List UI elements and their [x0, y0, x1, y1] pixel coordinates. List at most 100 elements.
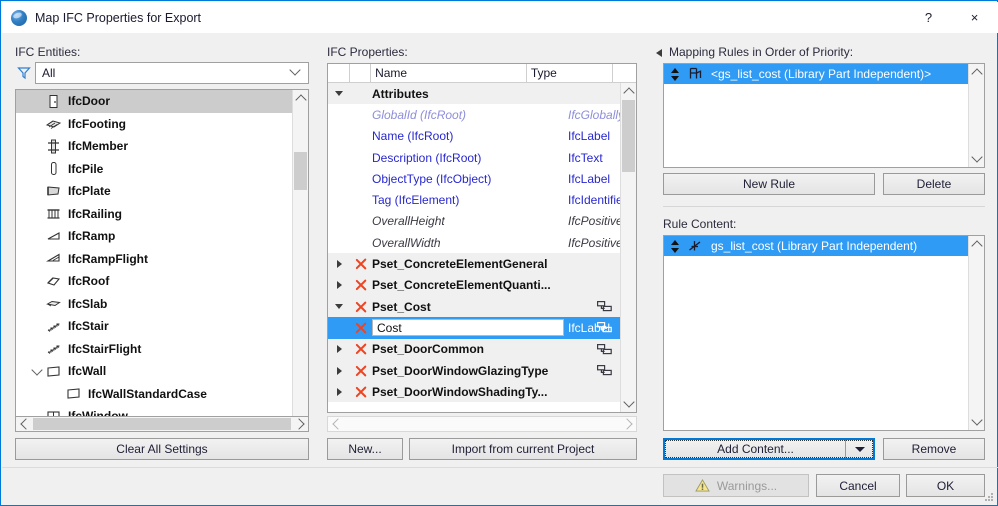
chevron-right-icon[interactable]	[328, 281, 350, 290]
import-from-project-button[interactable]: Import from current Project	[409, 438, 637, 460]
list-item[interactable]: gs_list_cost (Library Part Independent)	[664, 236, 968, 256]
scrollbar-thumb[interactable]	[622, 100, 635, 172]
filter-funnel-icon[interactable]	[17, 66, 31, 80]
delete-rule-button[interactable]: Delete	[883, 173, 985, 195]
tree-item-ifcrailing[interactable]: IfcRailing	[16, 203, 293, 226]
chain-link-icon[interactable]	[597, 322, 612, 333]
property-row[interactable]: Pset_ConcreteElementQuanti...	[328, 274, 620, 296]
property-row[interactable]: ObjectType (IfcObject) IfcLabel	[328, 168, 620, 190]
property-row[interactable]: OverallHeight IfcPositiveLeng...	[328, 210, 620, 233]
ok-button[interactable]: OK	[906, 474, 985, 497]
not-exported-x-icon[interactable]	[350, 258, 372, 271]
library-part-chair-icon	[688, 67, 705, 81]
col-header-name[interactable]: Name	[371, 64, 527, 83]
tree-item-ifcpile[interactable]: IfcPile	[16, 158, 293, 181]
tree-item-ifcmember[interactable]: IfcMember	[16, 135, 293, 158]
scroll-down-icon[interactable]	[969, 150, 984, 167]
not-exported-x-icon[interactable]	[350, 300, 372, 313]
property-row[interactable]: Name (IfcRoot) IfcLabel	[328, 125, 620, 147]
scroll-up-icon[interactable]	[621, 83, 636, 100]
not-exported-x-icon[interactable]	[350, 343, 372, 356]
tree-item-ifcslab[interactable]: IfcSlab	[16, 293, 293, 316]
ifc-properties-table[interactable]: Name Type Attributes GlobalId (IfcRoot) If…	[327, 63, 637, 413]
col-header-type[interactable]: Type	[527, 64, 613, 83]
entity-filter-dropdown[interactable]: All	[35, 62, 309, 84]
help-button[interactable]: ?	[906, 2, 951, 33]
mapping-rules-list[interactable]: <gs_list_cost (Library Part Independent)…	[663, 63, 985, 168]
tree-item-ifcrampflight[interactable]: IfcRampFlight	[16, 248, 293, 271]
tree-item-ifcstair[interactable]: IfcStair	[16, 315, 293, 338]
tree-item-ifcroof[interactable]: IfcRoof	[16, 270, 293, 293]
tree-item-ifcplate[interactable]: IfcPlate	[16, 180, 293, 203]
close-icon[interactable]: ×	[951, 2, 998, 33]
chevron-right-icon[interactable]	[328, 387, 350, 396]
door-icon	[44, 93, 62, 109]
scroll-up-icon[interactable]	[293, 90, 308, 107]
tree-item-ifcramp[interactable]: IfcRamp	[16, 225, 293, 248]
property-row[interactable]: Description (IfcRoot) IfcText	[328, 146, 620, 169]
add-content-button[interactable]: Add Content...	[663, 438, 875, 460]
list-item[interactable]: <gs_list_cost (Library Part Independent)…	[664, 64, 968, 84]
rules-vertical-scrollbar[interactable]	[968, 64, 984, 167]
not-exported-x-icon[interactable]	[350, 385, 372, 398]
not-exported-x-icon[interactable]	[350, 364, 372, 377]
scrollbar-thumb[interactable]	[294, 152, 307, 190]
remove-content-button[interactable]: Remove	[883, 438, 985, 460]
chevron-down-icon[interactable]	[30, 364, 44, 377]
not-exported-x-icon[interactable]	[350, 321, 372, 334]
chevron-down-icon[interactable]	[328, 304, 350, 310]
chain-link-icon[interactable]	[597, 364, 612, 376]
properties-vertical-scrollbar[interactable]	[620, 83, 636, 412]
new-rule-button[interactable]: New Rule	[663, 173, 875, 195]
cancel-button[interactable]: Cancel	[816, 474, 900, 497]
entities-vertical-scrollbar[interactable]	[292, 90, 308, 430]
tree-item-ifcwall[interactable]: IfcWall	[16, 360, 293, 383]
scroll-left-icon[interactable]	[328, 417, 344, 431]
rule-content-list[interactable]: gs_list_cost (Library Part Independent)	[663, 235, 985, 431]
chain-link-icon[interactable]	[597, 343, 612, 355]
scroll-right-icon[interactable]	[620, 417, 636, 431]
new-property-button[interactable]: New...	[327, 438, 403, 460]
scroll-down-icon[interactable]	[621, 395, 636, 412]
property-name-input[interactable]: Cost	[372, 319, 564, 337]
chevron-right-icon[interactable]	[328, 345, 350, 354]
scroll-right-icon[interactable]	[292, 417, 308, 431]
content-vertical-scrollbar[interactable]	[968, 236, 984, 430]
property-row[interactable]: Pset_DoorWindowShadingTy...	[328, 381, 620, 403]
property-row[interactable]: Pset_ConcreteElementGeneral	[328, 253, 620, 275]
not-exported-x-icon[interactable]	[350, 279, 372, 292]
ifc-properties-label: IFC Properties:	[327, 45, 408, 59]
property-row[interactable]: GlobalId (IfcRoot) IfcGloballyUni...	[328, 104, 620, 126]
tree-item-ifcstairflight[interactable]: IfcStairFlight	[16, 338, 293, 361]
ifc-entities-tree[interactable]: IfcDoor IfcFooting IfcMember IfcPile IfcPlat…	[15, 89, 309, 431]
list-item-label: <gs_list_cost (Library Part Independent)…	[711, 67, 932, 81]
tree-item-ifcfooting[interactable]: IfcFooting	[16, 113, 293, 136]
reorder-handle-icon[interactable]	[670, 67, 681, 81]
clear-all-settings-button[interactable]: Clear All Settings	[15, 438, 309, 460]
scroll-left-icon[interactable]	[16, 417, 32, 431]
scroll-down-icon[interactable]	[969, 413, 984, 430]
property-row[interactable]: Pset_DoorCommon	[328, 338, 620, 360]
property-type: IfcGloballyUni...	[568, 107, 620, 122]
tree-item-ifcdoor[interactable]: IfcDoor	[16, 90, 293, 113]
tree-item-ifcwallstandardcase[interactable]: IfcWallStandardCase	[16, 383, 293, 406]
chevron-right-icon[interactable]	[328, 260, 350, 269]
entities-horizontal-scrollbar[interactable]	[15, 416, 309, 432]
scroll-up-icon[interactable]	[969, 236, 984, 253]
reorder-handle-icon[interactable]	[670, 239, 681, 253]
properties-horizontal-scrollbar[interactable]	[327, 416, 637, 432]
property-row[interactable]: Attributes	[328, 83, 620, 105]
chain-link-icon[interactable]	[597, 300, 612, 312]
property-row[interactable]: Pset_Cost	[328, 295, 620, 318]
property-row[interactable]: Tag (IfcElement) IfcIdentifier	[328, 189, 620, 211]
triangle-left-icon[interactable]	[656, 49, 665, 58]
chevron-down-icon[interactable]	[328, 91, 350, 97]
property-row[interactable]: Cost IfcLabel	[328, 317, 620, 339]
scrollbar-thumb[interactable]	[33, 418, 291, 430]
triangle-down-icon[interactable]	[845, 440, 873, 458]
scroll-up-icon[interactable]	[969, 64, 984, 81]
property-row[interactable]: Pset_DoorWindowGlazingType	[328, 359, 620, 382]
property-row[interactable]: OverallWidth IfcPositiveLeng...	[328, 232, 620, 254]
chevron-right-icon[interactable]	[328, 366, 350, 375]
resize-grip-icon[interactable]	[983, 491, 994, 502]
